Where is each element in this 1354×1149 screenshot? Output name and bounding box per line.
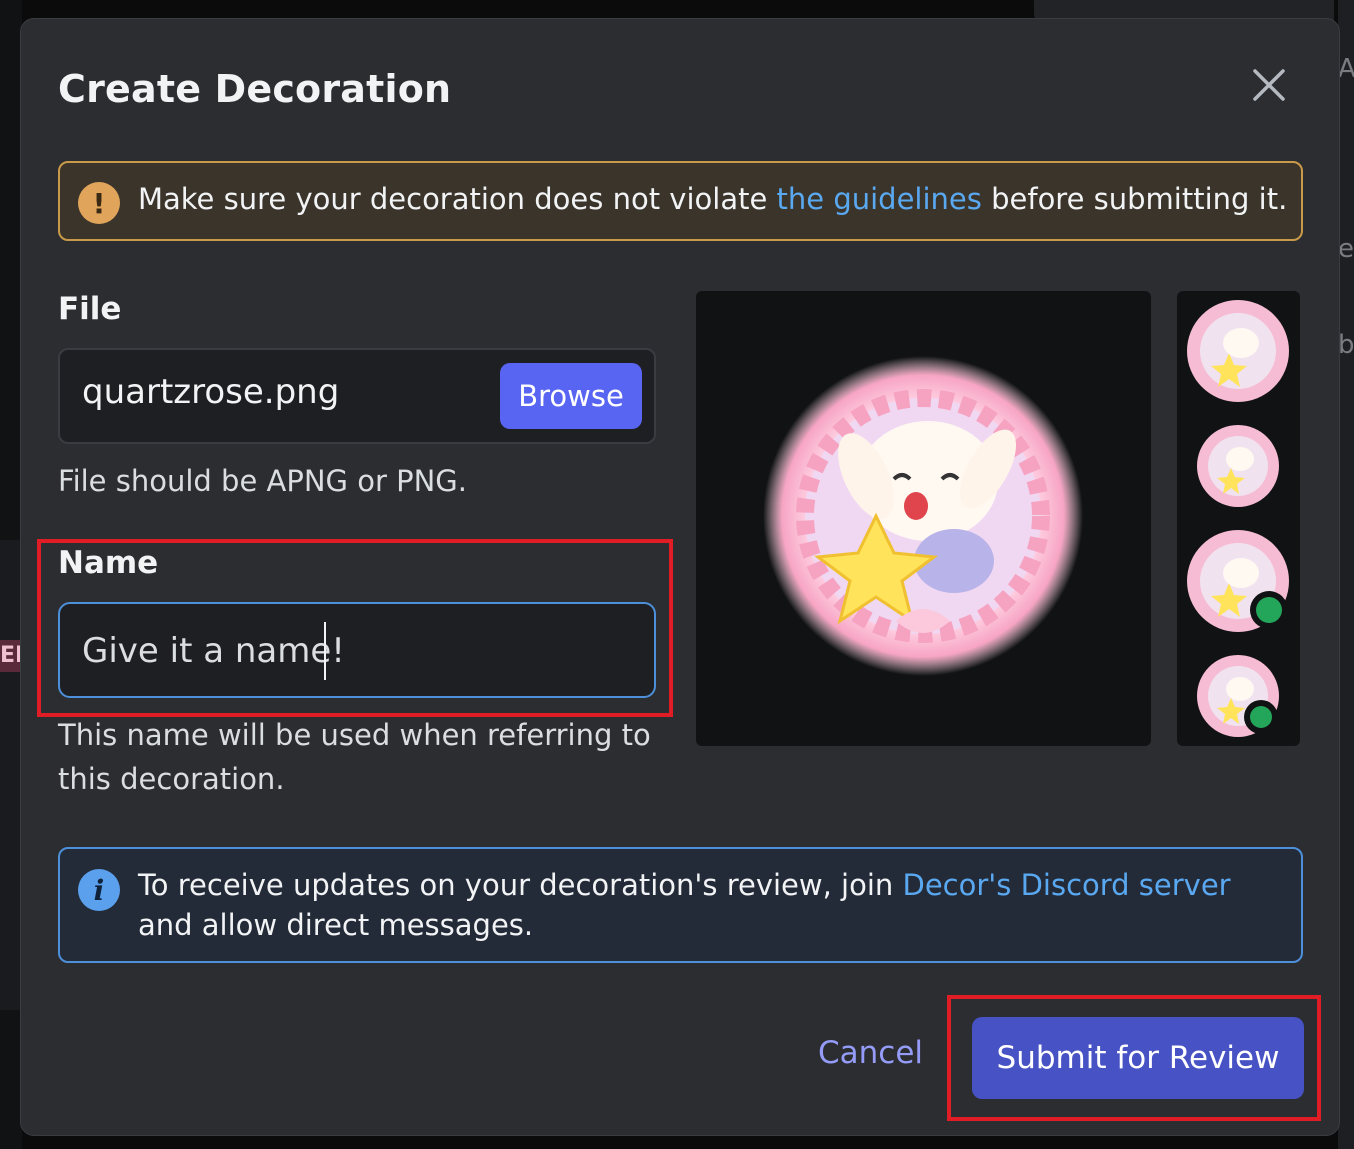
decoration-image-icon (763, 356, 1083, 676)
close-button[interactable] (1249, 65, 1289, 105)
guidelines-link[interactable]: the guidelines (777, 182, 982, 216)
decoration-preview-large (696, 291, 1151, 746)
name-highlight-box (37, 539, 673, 717)
info-text-after: and allow direct messages. (138, 908, 534, 942)
submit-highlight-box (947, 995, 1321, 1121)
guidelines-warning-notice: ! Make sure your decoration does not vio… (58, 161, 1303, 241)
info-text-before: To receive updates on your decoration's … (138, 868, 903, 902)
background-app-right (1338, 0, 1354, 1149)
file-name: quartzrose.png (82, 372, 340, 412)
warning-text-before: Make sure your decoration does not viola… (138, 182, 777, 216)
warning-text-after: before submitting it. (981, 182, 1288, 216)
background-text: e (1338, 234, 1354, 264)
online-status-dot (1256, 597, 1282, 623)
cancel-button[interactable]: Cancel (818, 1035, 923, 1071)
info-text: To receive updates on your decoration's … (138, 865, 1278, 945)
info-icon: i (78, 869, 120, 911)
browse-button[interactable]: Browse (500, 363, 642, 429)
background-tag: EE (0, 640, 22, 672)
decoration-preview-sizes (1177, 291, 1300, 746)
create-decoration-modal: Create Decoration ! Make sure your decor… (20, 18, 1340, 1136)
file-label: File (58, 291, 122, 327)
file-field: quartzrose.png Browse (58, 348, 656, 444)
modal-title: Create Decoration (58, 67, 452, 111)
background-app-left-panel (0, 540, 22, 1010)
background-text: A (1338, 54, 1354, 84)
name-hint: This name will be used when referring to… (58, 718, 651, 796)
review-updates-info-notice: i To receive updates on your decoration'… (58, 847, 1303, 963)
file-hint: File should be APNG or PNG. (58, 464, 467, 498)
close-icon (1253, 69, 1285, 101)
warning-icon: ! (78, 182, 120, 224)
warning-text: Make sure your decoration does not viola… (138, 179, 1287, 219)
background-text: bl (1338, 330, 1354, 360)
decoration-size-previews-icon (1187, 300, 1289, 737)
discord-server-link[interactable]: Decor's Discord server (903, 868, 1231, 902)
